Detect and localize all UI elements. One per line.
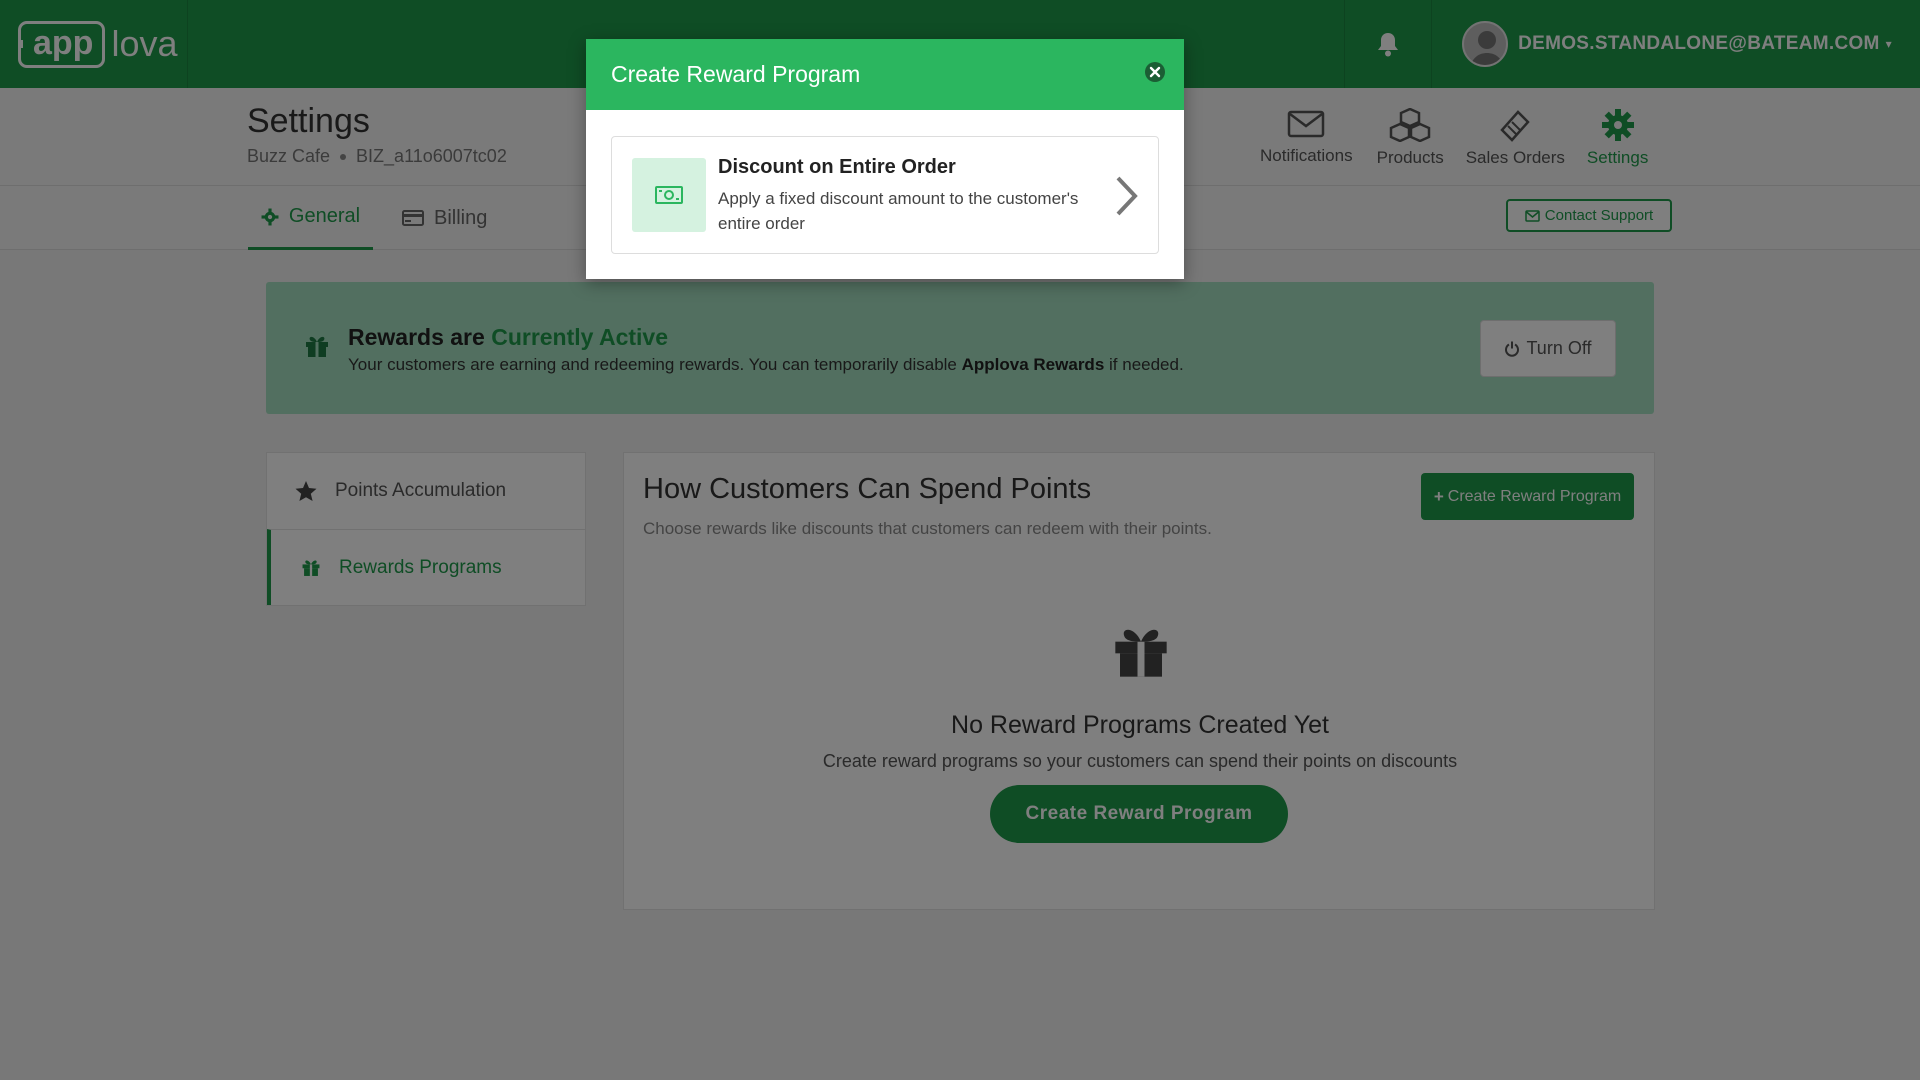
modal-header: Create Reward Program bbox=[586, 39, 1184, 110]
option-description: Apply a fixed discount amount to the cus… bbox=[718, 189, 1079, 233]
money-bill-icon bbox=[655, 186, 683, 204]
option-title: Discount on Entire Order bbox=[718, 156, 956, 178]
option-icon-box bbox=[632, 158, 706, 232]
chevron-right-icon bbox=[1116, 176, 1138, 216]
modal-title: Create Reward Program bbox=[611, 61, 861, 87]
create-reward-program-modal: Create Reward Program Discount on Entire… bbox=[586, 39, 1184, 279]
close-icon[interactable] bbox=[1144, 61, 1166, 83]
option-discount-entire-order[interactable]: Discount on Entire Order Apply a fixed d… bbox=[611, 136, 1159, 254]
